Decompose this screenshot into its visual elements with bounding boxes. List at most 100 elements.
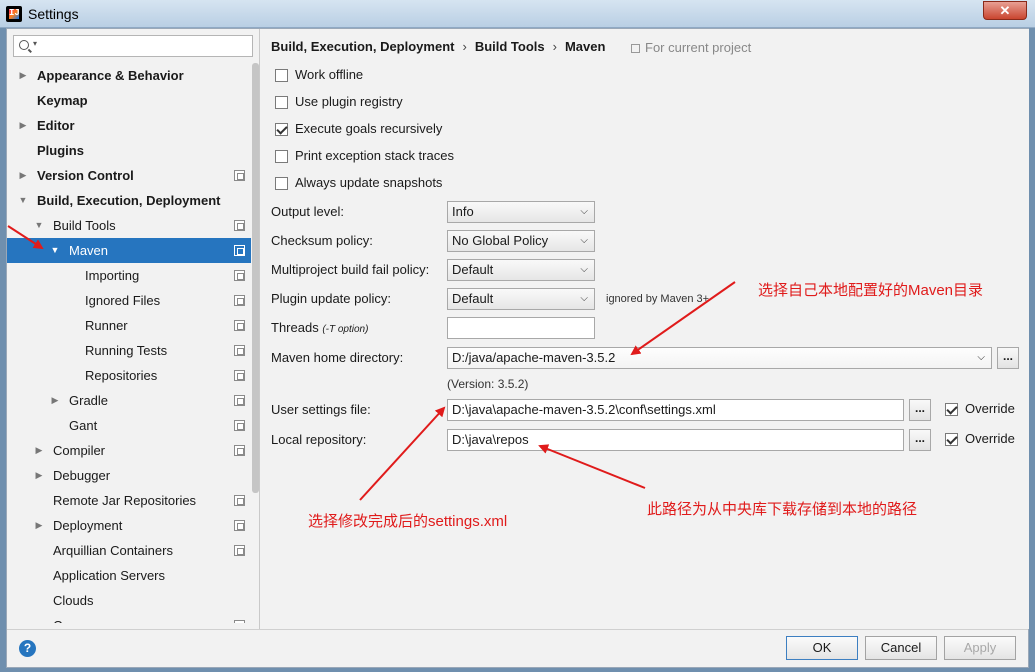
- expand-down-icon[interactable]: ▼: [17, 188, 29, 213]
- threads-input[interactable]: [447, 317, 595, 339]
- sidebar-item-maven[interactable]: ▼ Maven: [7, 238, 251, 263]
- checksum-policy-select[interactable]: No Global Policy ⌵: [447, 230, 595, 252]
- plugin-update-policy-label: Plugin update policy:: [271, 291, 391, 306]
- sidebar-item-label: Deployment: [53, 518, 123, 533]
- plugin-registry-box[interactable]: [275, 96, 288, 109]
- multiproject-policy-select[interactable]: Default ⌵: [447, 259, 595, 281]
- cancel-button[interactable]: Cancel: [865, 636, 937, 660]
- user-settings-input[interactable]: D:\java\apache-maven-3.5.2\conf\settings…: [447, 399, 904, 421]
- sidebar-item-ignored-files[interactable]: Ignored Files: [7, 288, 251, 313]
- sidebar-item-running-tests[interactable]: Running Tests: [7, 338, 251, 363]
- sidebar-item-label: Ignored Files: [85, 293, 161, 308]
- apply-button[interactable]: Apply: [944, 636, 1016, 660]
- threads-label-text: Threads: [271, 320, 319, 335]
- expand-right-icon[interactable]: ▶: [49, 388, 61, 413]
- maven-version-text: (Version: 3.5.2): [447, 377, 529, 391]
- maven-home-annotation: 选择自己本地配置好的Maven目录: [758, 282, 984, 299]
- help-icon[interactable]: ?: [19, 640, 36, 657]
- checksum-policy-label: Checksum policy:: [271, 233, 373, 248]
- sidebar-item-clouds[interactable]: Clouds: [7, 588, 251, 613]
- sidebar-item-label: Version Control: [37, 168, 134, 183]
- expand-down-icon[interactable]: ▼: [33, 213, 45, 238]
- user-settings-browse-button[interactable]: ...: [909, 399, 931, 421]
- sidebar-item-debugger[interactable]: ▶ Debugger: [7, 463, 251, 488]
- plugin-update-policy-select[interactable]: Default ⌵: [447, 288, 595, 310]
- project-scope-icon: [234, 420, 245, 431]
- window-title: Settings: [28, 6, 79, 22]
- maven-home-browse-button[interactable]: ...: [997, 347, 1019, 369]
- expand-right-icon[interactable]: ▶: [17, 163, 29, 188]
- sidebar-item-plugins[interactable]: Plugins: [7, 138, 251, 163]
- threads-hint: (-T option): [322, 324, 369, 335]
- chevron-down-icon: ⌵: [580, 264, 588, 275]
- window-titlebar: IJ Settings ✕: [0, 0, 1035, 28]
- sidebar-item-label: Compiler: [53, 443, 106, 458]
- print-exception-label: Print exception stack traces: [295, 148, 454, 163]
- sidebar-item-label: Repositories: [85, 368, 158, 383]
- sidebar-item-label: Application Servers: [53, 568, 165, 583]
- sidebar-item-label: Build, Execution, Deployment: [37, 193, 221, 208]
- local-repository-input[interactable]: D:\java\repos: [447, 429, 904, 451]
- sidebar-item-repositories[interactable]: Repositories: [7, 363, 251, 388]
- work-offline-box[interactable]: [275, 69, 288, 82]
- work-offline-label: Work offline: [295, 67, 364, 82]
- sidebar-item-gradle[interactable]: ▶ Gradle: [7, 388, 251, 413]
- sidebar-item-editor[interactable]: ▶ Editor: [7, 113, 251, 138]
- print-exception-box[interactable]: [275, 150, 288, 163]
- always-update-box[interactable]: [275, 177, 288, 190]
- user-settings-override-box[interactable]: [945, 403, 958, 416]
- settings-sidebar: ▾ ▶ Appearance & Behavior Keymap ▶ Editor Plu…: [7, 29, 260, 629]
- output-level-select[interactable]: Info ⌵: [447, 201, 595, 223]
- sidebar-scrollbar[interactable]: [252, 63, 259, 493]
- local-repository-override-box[interactable]: [945, 433, 958, 446]
- project-scope-icon: [234, 370, 245, 381]
- expand-down-icon[interactable]: ▼: [49, 238, 61, 263]
- project-scope-icon: [234, 395, 245, 406]
- sidebar-item-label: Running Tests: [85, 343, 168, 358]
- sidebar-item-label: Clouds: [53, 593, 94, 608]
- expand-right-icon[interactable]: ▶: [33, 463, 45, 488]
- sidebar-item-label: Arquillian Containers: [53, 543, 173, 558]
- sidebar-item-label: Remote Jar Repositories: [53, 493, 197, 508]
- expand-right-icon[interactable]: ▶: [33, 513, 45, 538]
- sidebar-item-compiler[interactable]: ▶ Compiler: [7, 438, 251, 463]
- maven-home-select[interactable]: D:/java/apache-maven-3.5.2 ⌵: [447, 347, 992, 369]
- multiproject-policy-label: Multiproject build fail policy:: [271, 262, 430, 277]
- project-scope-icon: [234, 320, 245, 331]
- sidebar-item-gant[interactable]: Gant: [7, 413, 251, 438]
- sidebar-item-version-control[interactable]: ▶ Version Control: [7, 163, 251, 188]
- chevron-down-icon: ⌵: [580, 293, 588, 304]
- breadcrumb-build-tools: Build Tools: [474, 39, 545, 54]
- sidebar-item-arquillian-containers[interactable]: Arquillian Containers: [7, 538, 251, 563]
- expand-right-icon[interactable]: ▶: [33, 438, 45, 463]
- chevron-down-icon: ⌵: [977, 352, 985, 363]
- sidebar-item-build-execution-deployment[interactable]: ▼ Build, Execution, Deployment: [7, 188, 251, 213]
- sidebar-item-build-tools[interactable]: ▼ Build Tools: [7, 213, 251, 238]
- sidebar-item-keymap[interactable]: Keymap: [7, 88, 251, 113]
- expand-right-icon[interactable]: ▶: [17, 63, 29, 88]
- plugin-update-policy-value: Default: [452, 291, 494, 306]
- for-current-project-text: For current project: [645, 40, 752, 55]
- maven-home-label: Maven home directory:: [271, 350, 404, 365]
- sidebar-item-application-servers[interactable]: Application Servers: [7, 563, 251, 588]
- repository-annotation: 此路径为从中央库下载存储到本地的路径: [647, 501, 918, 518]
- breadcrumb-separator: ›: [552, 39, 557, 54]
- maven-home-value: D:/java/apache-maven-3.5.2: [452, 350, 616, 365]
- multiproject-policy-value: Default: [452, 262, 494, 277]
- sidebar-item-appearance-behavior[interactable]: ▶ Appearance & Behavior: [7, 63, 251, 88]
- always-update-label: Always update snapshots: [295, 175, 443, 190]
- sidebar-item-deployment[interactable]: ▶ Deployment: [7, 513, 251, 538]
- sidebar-item-importing[interactable]: Importing: [7, 263, 251, 288]
- sidebar-item-coverage[interactable]: Coverage: [7, 613, 251, 623]
- project-scope-icon: [234, 520, 245, 531]
- search-dropdown-icon[interactable]: ▾: [33, 39, 37, 48]
- ok-button[interactable]: OK: [786, 636, 858, 660]
- settings-search-input[interactable]: ▾: [13, 35, 253, 57]
- expand-right-icon[interactable]: ▶: [17, 113, 29, 138]
- close-window-button[interactable]: ✕: [983, 1, 1027, 20]
- sidebar-item-remote-jar-repositories[interactable]: Remote Jar Repositories: [7, 488, 251, 513]
- execute-goals-box[interactable]: [275, 123, 288, 136]
- sidebar-item-runner[interactable]: Runner: [7, 313, 251, 338]
- project-scope-icon: [234, 545, 245, 556]
- local-repository-browse-button[interactable]: ...: [909, 429, 931, 451]
